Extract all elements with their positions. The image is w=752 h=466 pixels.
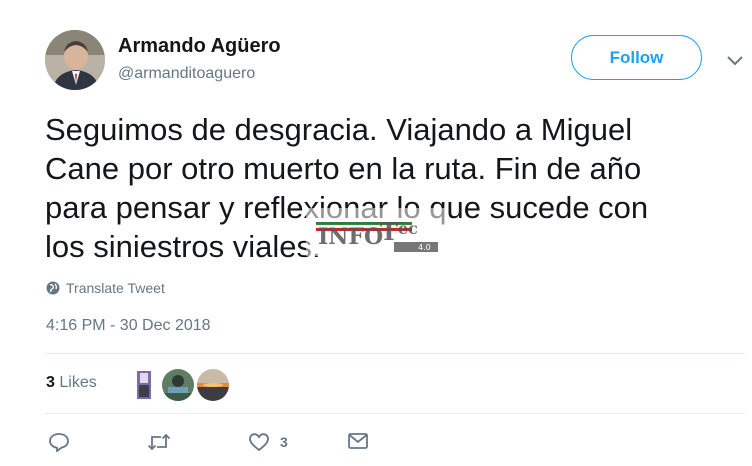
translate-label: Translate Tweet — [66, 280, 165, 296]
like-button[interactable]: 3 — [248, 432, 288, 452]
likes-count: 3 — [46, 374, 55, 391]
svg-text:ec: ec — [398, 219, 418, 238]
divider — [45, 413, 745, 414]
reply-button[interactable] — [48, 432, 80, 452]
message-icon — [348, 433, 368, 449]
liker-avatar[interactable] — [162, 369, 194, 401]
retweet-icon — [147, 433, 171, 451]
likes-summary[interactable]: 3 Likes — [46, 374, 97, 392]
svg-text:4.0: 4.0 — [418, 243, 431, 252]
direct-message-button[interactable] — [347, 432, 369, 450]
like-count: 3 — [280, 434, 288, 450]
reply-icon — [49, 433, 69, 452]
chevron-down-icon[interactable] — [726, 55, 744, 67]
liker-avatar[interactable] — [128, 369, 160, 401]
avatar[interactable] — [45, 30, 105, 90]
svg-text:T: T — [380, 217, 398, 246]
heart-icon — [249, 433, 269, 452]
follow-button[interactable]: Follow — [571, 35, 702, 80]
divider — [45, 353, 745, 354]
translate-tweet-link[interactable]: Translate Tweet — [46, 280, 165, 296]
globe-icon — [46, 281, 60, 295]
watermark-logo: INFO T ec 4.0 — [306, 208, 446, 256]
avatar-image — [45, 30, 105, 90]
likes-label: Likes — [59, 374, 97, 391]
svg-text:INFO: INFO — [318, 224, 383, 250]
retweet-button[interactable] — [147, 432, 181, 452]
liker-avatar[interactable] — [197, 369, 229, 401]
author-handle[interactable]: @armanditoaguero — [118, 65, 255, 83]
author-name[interactable]: Armando Agüero — [118, 35, 281, 58]
tweet-timestamp[interactable]: 4:16 PM - 30 Dec 2018 — [46, 317, 211, 335]
